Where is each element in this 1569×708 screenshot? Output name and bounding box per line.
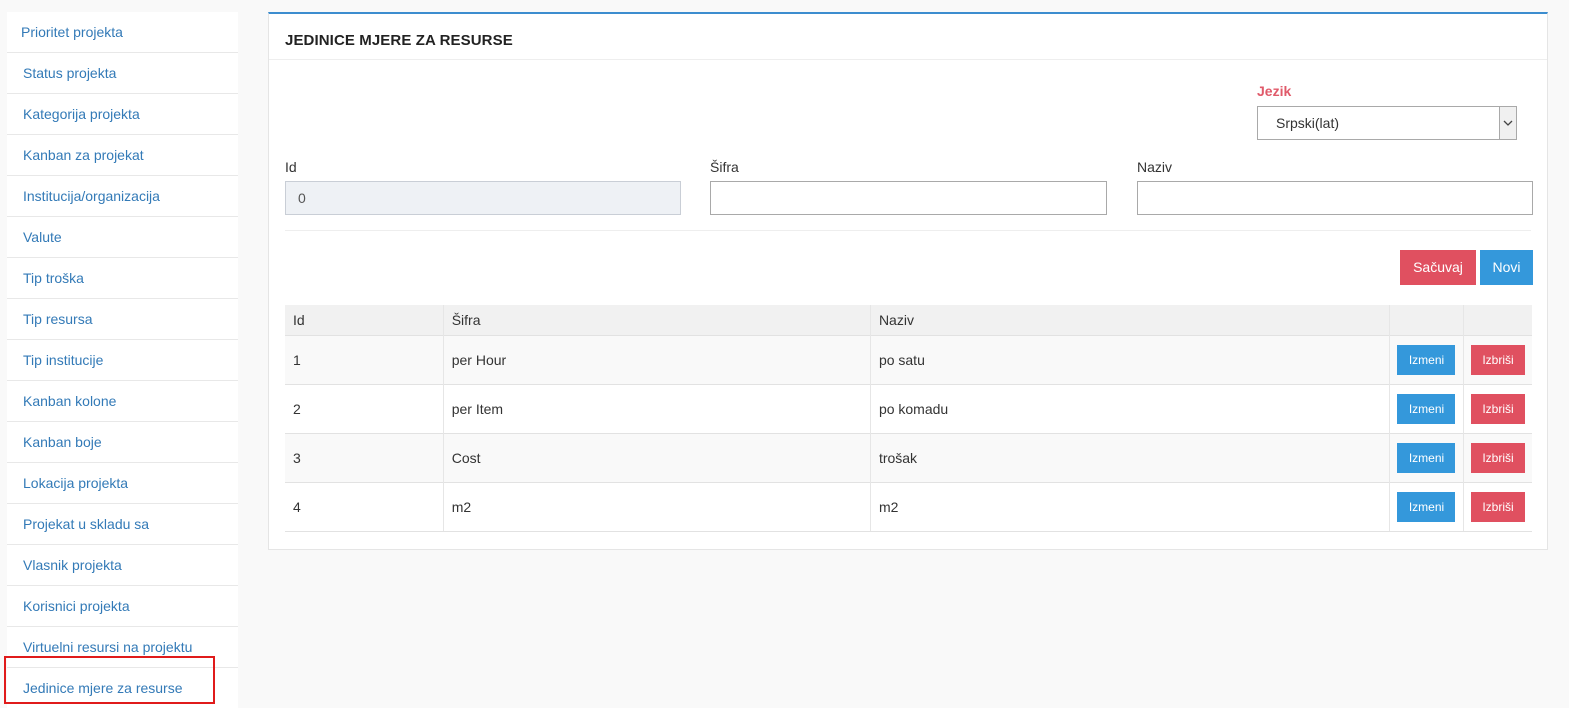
cell-edit: Izmeni bbox=[1389, 482, 1464, 532]
sidebar-item-kanban-boje[interactable]: Kanban boje bbox=[7, 422, 238, 463]
language-select[interactable]: Srpski(lat) bbox=[1257, 106, 1517, 140]
units-table: Id Šifra Naziv 1 per Hour po satu Izmeni… bbox=[285, 305, 1532, 532]
sidebar-item-tip-resursa[interactable]: Tip resursa bbox=[7, 299, 238, 340]
chevron-down-icon bbox=[1499, 107, 1516, 139]
sidebar-item-korisnici-projekta[interactable]: Korisnici projekta bbox=[7, 586, 238, 627]
save-button[interactable]: Sačuvaj bbox=[1400, 250, 1476, 285]
sidebar-item-prioritet-projekta[interactable]: Prioritet projekta bbox=[7, 12, 238, 53]
cell-edit: Izmeni bbox=[1389, 433, 1464, 483]
language-label: Jezik bbox=[1257, 83, 1292, 99]
sifra-input[interactable] bbox=[710, 181, 1107, 215]
cell-delete: Izbriši bbox=[1463, 482, 1532, 532]
sidebar-item-virtuelni-resursi[interactable]: Virtuelni resursi na projektu bbox=[7, 627, 238, 668]
table-row: 2 per Item po komadu Izmeni Izbriši bbox=[285, 384, 1532, 434]
title-divider bbox=[269, 59, 1547, 60]
table-row: 4 m2 m2 Izmeni Izbriši bbox=[285, 482, 1532, 532]
col-header-sifra: Šifra bbox=[443, 305, 871, 336]
main-panel: JEDINICE MJERE ZA RESURSE Jezik Srpski(l… bbox=[268, 12, 1548, 550]
delete-button[interactable]: Izbriši bbox=[1470, 443, 1525, 473]
table-header-row: Id Šifra Naziv bbox=[285, 305, 1532, 336]
table-row: 1 per Hour po satu Izmeni Izbriši bbox=[285, 335, 1532, 385]
cell-id: 1 bbox=[285, 335, 444, 385]
page-title: JEDINICE MJERE ZA RESURSE bbox=[285, 32, 513, 49]
sidebar-item-kanban-kolone[interactable]: Kanban kolone bbox=[7, 381, 238, 422]
id-label: Id bbox=[285, 159, 297, 175]
cell-id: 4 bbox=[285, 482, 444, 532]
naziv-input[interactable] bbox=[1137, 181, 1533, 215]
edit-button[interactable]: Izmeni bbox=[1397, 345, 1456, 375]
cell-sifra: per Hour bbox=[443, 335, 871, 385]
id-field[interactable] bbox=[285, 181, 681, 215]
col-header-id: Id bbox=[285, 305, 444, 336]
delete-button[interactable]: Izbriši bbox=[1470, 492, 1525, 522]
sidebar-item-kanban-za-projekat[interactable]: Kanban za projekat bbox=[7, 135, 238, 176]
sidebar-item-status-projekta[interactable]: Status projekta bbox=[7, 53, 238, 94]
delete-button[interactable]: Izbriši bbox=[1470, 345, 1525, 375]
sidebar-item-kategorija-projekta[interactable]: Kategorija projekta bbox=[7, 94, 238, 135]
cell-naziv: po satu bbox=[870, 335, 1391, 385]
cell-naziv: po komadu bbox=[870, 384, 1391, 434]
edit-button[interactable]: Izmeni bbox=[1397, 394, 1456, 424]
cell-naziv: m2 bbox=[870, 482, 1391, 532]
edit-button[interactable]: Izmeni bbox=[1397, 443, 1456, 473]
delete-button[interactable]: Izbriši bbox=[1470, 394, 1525, 424]
sidebar-item-lokacija-projekta[interactable]: Lokacija projekta bbox=[7, 463, 238, 504]
cell-edit: Izmeni bbox=[1389, 335, 1464, 385]
cell-sifra: Cost bbox=[443, 433, 871, 483]
edit-button[interactable]: Izmeni bbox=[1397, 492, 1456, 522]
cell-delete: Izbriši bbox=[1463, 384, 1532, 434]
sidebar-item-valute[interactable]: Valute bbox=[7, 217, 238, 258]
cell-id: 2 bbox=[285, 384, 444, 434]
col-header-naziv: Naziv bbox=[870, 305, 1391, 336]
sidebar-item-tip-troska[interactable]: Tip troška bbox=[7, 258, 238, 299]
cell-delete: Izbriši bbox=[1463, 335, 1532, 385]
sidebar-item-vlasnik-projekta[interactable]: Vlasnik projekta bbox=[7, 545, 238, 586]
cell-edit: Izmeni bbox=[1389, 384, 1464, 434]
col-header-edit bbox=[1389, 305, 1464, 336]
language-select-value: Srpski(lat) bbox=[1276, 115, 1340, 131]
new-button[interactable]: Novi bbox=[1480, 250, 1533, 285]
naziv-label: Naziv bbox=[1137, 159, 1173, 175]
table-row: 3 Cost trošak Izmeni Izbriši bbox=[285, 433, 1532, 483]
cell-sifra: m2 bbox=[443, 482, 871, 532]
sidebar-item-jedinice-mjere[interactable]: Jedinice mjere za resurse bbox=[7, 668, 238, 708]
sidebar-item-tip-institucije[interactable]: Tip institucije bbox=[7, 340, 238, 381]
sidebar-item-projekat-u-skladu-sa[interactable]: Projekat u skladu sa bbox=[7, 504, 238, 545]
cell-delete: Izbriši bbox=[1463, 433, 1532, 483]
sifra-label: Šifra bbox=[710, 159, 739, 175]
sidebar: Prioritet projekta Status projekta Kateg… bbox=[7, 12, 238, 708]
cell-id: 3 bbox=[285, 433, 444, 483]
form-divider bbox=[285, 230, 1531, 231]
cell-sifra: per Item bbox=[443, 384, 871, 434]
sidebar-item-institucija-organizacija[interactable]: Institucija/organizacija bbox=[7, 176, 238, 217]
cell-naziv: trošak bbox=[870, 433, 1391, 483]
col-header-delete bbox=[1463, 305, 1532, 336]
